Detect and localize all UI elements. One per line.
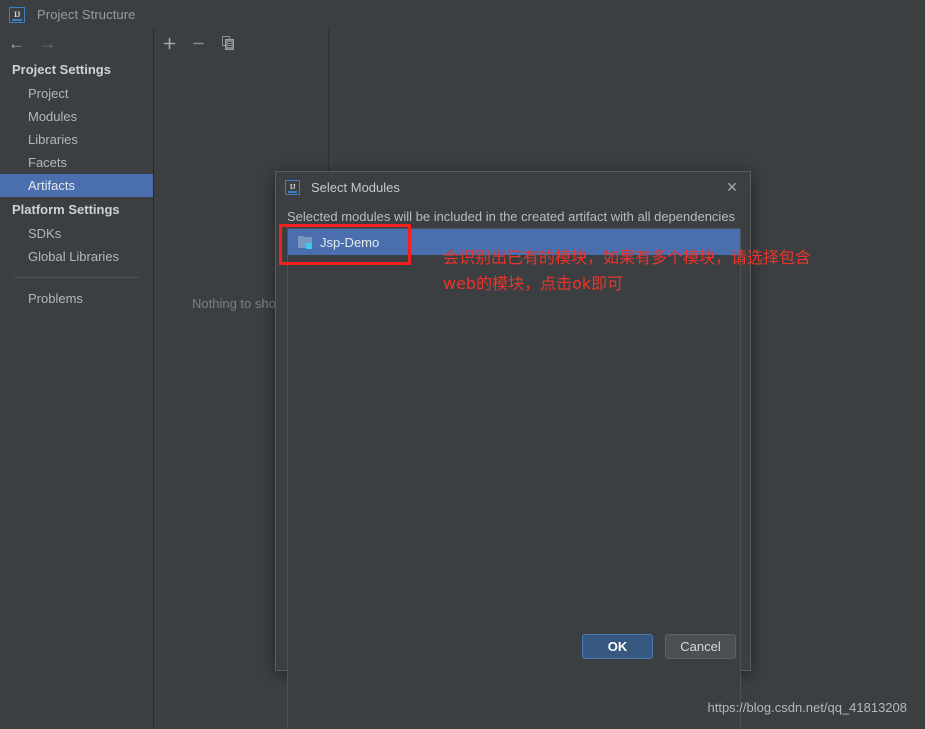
sidebar-nav-bar: ← →: [0, 29, 153, 57]
copy-icon[interactable]: [221, 36, 235, 50]
sidebar-item-modules[interactable]: Modules: [0, 105, 153, 128]
sidebar-item-artifacts[interactable]: Artifacts: [0, 174, 153, 197]
sidebar-item-project[interactable]: Project: [0, 82, 153, 105]
window-titlebar: IJ Project Structure: [0, 0, 925, 29]
artifacts-toolbar: [155, 29, 925, 57]
dialog-button-bar: OK Cancel: [276, 634, 750, 659]
annotation-text-line-1: 会识别出已有的模块，如果有多个模块，请选择包含: [443, 248, 812, 267]
intellij-logo-icon: IJ: [9, 6, 25, 23]
dialog-title: Select Modules: [311, 179, 400, 195]
close-icon[interactable]: ✕: [724, 179, 740, 195]
dialog-logo-text: IJ: [289, 182, 296, 191]
sidebar-item-libraries[interactable]: Libraries: [0, 128, 153, 151]
remove-icon[interactable]: [192, 37, 205, 50]
cancel-button[interactable]: Cancel: [665, 634, 736, 659]
dialog-logo-icon: IJ: [285, 179, 300, 195]
add-icon[interactable]: [163, 37, 176, 50]
sidebar-item-problems[interactable]: Problems: [0, 287, 153, 310]
window-title: Project Structure: [37, 7, 136, 22]
back-arrow-icon[interactable]: ←: [8, 35, 25, 52]
sidebar-item-facets[interactable]: Facets: [0, 151, 153, 174]
module-icon: [298, 235, 313, 249]
sidebar-group-project-settings: Project Settings Project Modules Librari…: [0, 57, 153, 197]
dialog-titlebar: IJ Select Modules ✕: [276, 172, 750, 202]
sidebar-item-sdks[interactable]: SDKs: [0, 222, 153, 245]
dialog-description: Selected modules will be included in the…: [287, 209, 736, 224]
sidebar-divider: [14, 277, 139, 278]
watermark-url: https://blog.csdn.net/qq_41813208: [707, 700, 908, 715]
annotation-text-line-2: web的模块，点击ok即可: [443, 274, 624, 293]
sidebar-group-platform-settings: Platform Settings SDKs Global Libraries: [0, 197, 153, 268]
sidebar-item-global-libraries[interactable]: Global Libraries: [0, 245, 153, 268]
module-name: Jsp-Demo: [320, 234, 380, 250]
ok-button[interactable]: OK: [582, 634, 653, 659]
empty-state-label: Nothing to show: [192, 296, 286, 311]
intellij-logo-text: IJ: [13, 9, 21, 19]
app-window: IJ Project Structure ← → Project Setting…: [0, 0, 925, 729]
dialog-logo-bar: [288, 190, 297, 193]
sidebar-section-title-project-settings: Project Settings: [12, 62, 111, 77]
sidebar: ← → Project Settings Project Modules Lib…: [0, 29, 154, 729]
forward-arrow-icon[interactable]: →: [39, 35, 56, 52]
intellij-logo-bar: [12, 18, 22, 21]
sidebar-section-title-platform-settings: Platform Settings: [12, 202, 120, 217]
